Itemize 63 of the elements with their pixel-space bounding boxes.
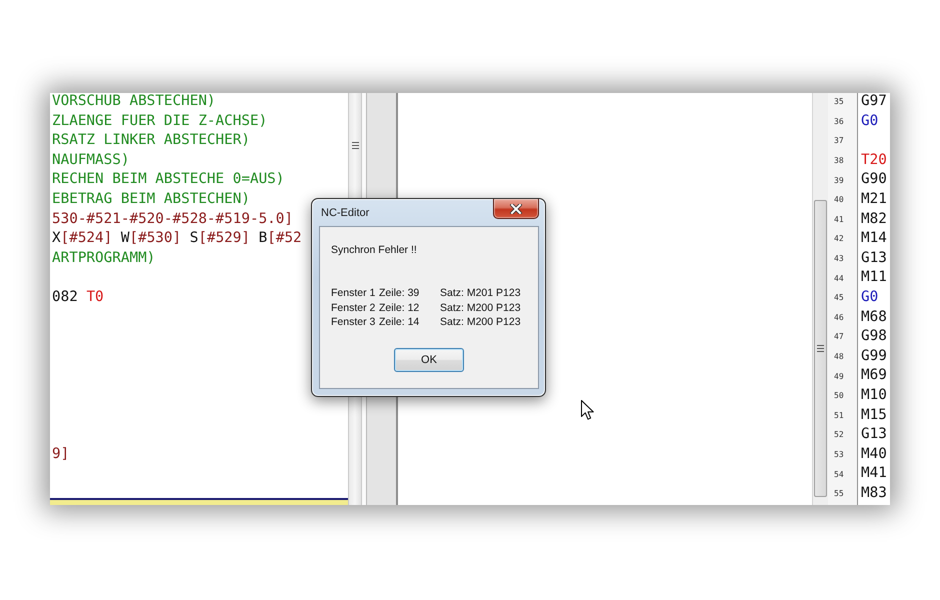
window-label: Fenster 3 <box>331 316 376 329</box>
block-label: Satz: M201 P123 <box>440 287 521 300</box>
error-message: Synchron Fehler !! <box>331 244 417 257</box>
code-line: G98 <box>861 327 887 346</box>
line-number: 36 <box>834 116 844 126</box>
code-line: G0 <box>861 288 878 307</box>
line-label: Zeile: 12 <box>379 302 420 314</box>
block-label: Satz: M200 P123 <box>440 302 521 314</box>
code-line: M82 <box>861 210 887 229</box>
window-label: Fenster 1 <box>331 287 376 300</box>
window-label: Fenster 2 <box>331 302 376 314</box>
code-line: X[#524] W[#530] S[#529] B[#52 <box>52 229 302 248</box>
line-number: 47 <box>834 332 844 342</box>
code-line: M69 <box>861 366 887 386</box>
line-number: 37 <box>834 136 844 146</box>
line-number: 45 <box>834 293 844 302</box>
line-number: 48 <box>834 352 844 362</box>
line-number: 44 <box>834 274 844 283</box>
dialog-title: NC-Editor <box>321 207 370 220</box>
code-line: RSATZ LINKER ABSTECHER) <box>52 131 250 150</box>
code-line: RECHEN BEIM ABSTECHE 0=AUS) <box>52 170 284 190</box>
code-line: G90 <box>861 170 887 190</box>
code-line: 530-#521-#520-#528-#519-5.0] <box>52 210 294 229</box>
line-label: Zeile: 14 <box>379 316 420 329</box>
code-line: M40 <box>861 444 887 464</box>
line-number: 50 <box>834 391 844 400</box>
code-line: M68 <box>861 308 887 327</box>
code-line: M15 <box>861 406 887 424</box>
line-number: 49 <box>834 372 844 381</box>
line-number: 42 <box>834 234 844 244</box>
line-number: 51 <box>834 410 844 420</box>
code-line: M14 <box>861 229 887 248</box>
code-line: G99 <box>861 346 887 366</box>
line-number: 53 <box>834 450 844 459</box>
line-label: Zeile: 39 <box>379 287 420 300</box>
code-line: 082 T0 <box>52 288 104 307</box>
code-line: T20 <box>861 150 887 170</box>
code-line: EBETRAG BEIM ABSTECHEN) <box>52 190 250 209</box>
line-number: 41 <box>834 214 844 224</box>
code-line: M21 <box>861 190 887 209</box>
code-line: M83 <box>861 484 887 503</box>
block-label: Satz: M200 P123 <box>440 316 521 329</box>
line-number: 54 <box>834 470 844 479</box>
line-number: 35 <box>834 97 844 106</box>
code-line: ZLAENGE FUER DIE Z-ACHSE) <box>52 112 268 131</box>
code-line: 9] <box>52 444 70 464</box>
line-number: 52 <box>834 430 844 440</box>
code-line: VORSCHUB ABSTECHEN) <box>52 92 216 111</box>
line-number: 46 <box>834 312 844 322</box>
line-number: 40 <box>834 195 844 204</box>
code-line: NAUFMASS) <box>52 150 130 170</box>
code-line: M41 <box>861 464 887 484</box>
code-line: G97 <box>861 93 887 111</box>
line-number: 43 <box>834 254 844 264</box>
code-line: M11 <box>861 268 887 288</box>
code-line: ARTPROGRAMM) <box>52 248 156 268</box>
line-number: 39 <box>834 176 844 185</box>
code-line: M10 <box>861 386 887 405</box>
line-number: 55 <box>834 489 844 498</box>
line-number: 38 <box>834 156 844 166</box>
code-line: G0 <box>861 112 878 131</box>
code-line: G13 <box>861 425 887 444</box>
code-line: G13 <box>861 248 887 268</box>
